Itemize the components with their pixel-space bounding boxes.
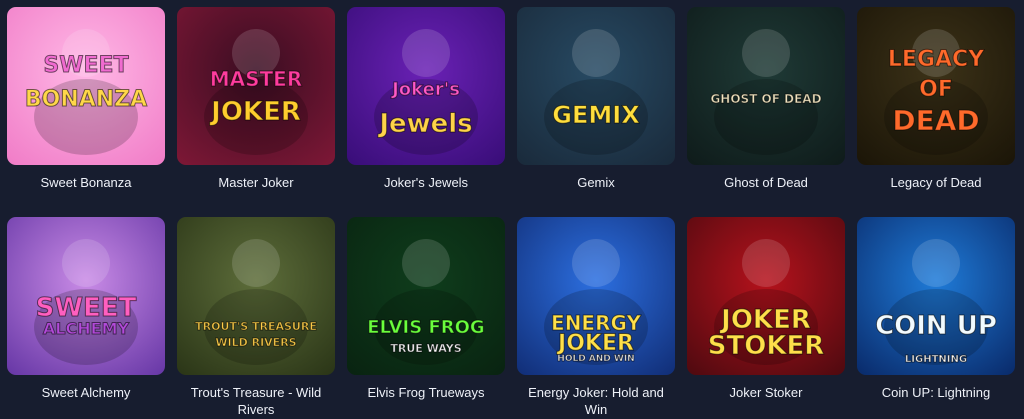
game-thumbnail[interactable]: GEMIX [517, 7, 675, 165]
game-card[interactable]: JOKER STOKER Joker Stoker [687, 217, 845, 418]
game-thumbnail[interactable]: COIN UP LIGHTNING [857, 217, 1015, 375]
game-logo-text: Joker's [392, 79, 461, 100]
game-title[interactable]: Legacy of Dead [857, 174, 1015, 191]
game-logo-text: JOKER [558, 331, 635, 356]
game-thumbnail[interactable]: SWEET BONANZA [7, 7, 165, 165]
game-card[interactable]: GEMIX Gemix [517, 7, 675, 217]
game-title[interactable]: Elvis Frog Trueways [347, 384, 505, 401]
game-card[interactable]: Joker's Jewels Joker's Jewels [347, 7, 505, 217]
game-artwork [7, 7, 165, 165]
game-title[interactable]: Ghost of Dead [687, 174, 845, 191]
game-thumbnail[interactable]: TROUT'S TREASURE WILD RIVERS [177, 217, 335, 375]
game-card[interactable]: SWEET ALCHEMY Sweet Alchemy [7, 217, 165, 418]
game-title[interactable]: Coin UP: Lightning [857, 384, 1015, 401]
game-title[interactable]: Trout's Treasure - Wild Rivers [177, 384, 335, 418]
game-title[interactable]: Energy Joker: Hold and Win [517, 384, 675, 418]
game-title[interactable]: Sweet Alchemy [7, 384, 165, 401]
game-card[interactable]: MASTER JOKER Master Joker [177, 7, 335, 217]
game-thumbnail[interactable]: LEGACY OF DEAD [857, 7, 1015, 165]
game-card[interactable]: COIN UP LIGHTNING Coin UP: Lightning [857, 217, 1015, 418]
game-card[interactable]: GHOST OF DEAD Ghost of Dead [687, 7, 845, 217]
game-thumbnail[interactable]: Joker's Jewels [347, 7, 505, 165]
game-logo-text: TROUT'S TREASURE [195, 320, 318, 333]
game-logo-text: DEAD [892, 104, 980, 137]
game-title[interactable]: Master Joker [177, 174, 335, 191]
game-logo-text: JOKER [721, 305, 812, 335]
game-logo-text: STOKER [707, 331, 825, 361]
game-thumbnail[interactable]: GHOST OF DEAD [687, 7, 845, 165]
game-artwork [177, 217, 335, 375]
game-thumbnail[interactable]: ELVIS FROG TRUE WAYS [347, 217, 505, 375]
game-logo-text: HOLD AND WIN [557, 354, 635, 364]
game-logo-text: WILD RIVERS [215, 336, 297, 349]
game-thumbnail[interactable]: JOKER STOKER [687, 217, 845, 375]
game-artwork [857, 217, 1015, 375]
game-title[interactable]: Joker's Jewels [347, 174, 505, 191]
game-logo-text: SWEET [35, 293, 137, 323]
game-logo-text: LIGHTNING [904, 354, 968, 365]
game-logo-text: COIN UP [875, 311, 998, 341]
game-title[interactable]: Sweet Bonanza [7, 174, 165, 191]
game-logo-text: ENERGY [551, 311, 642, 335]
game-logo-text: MASTER [209, 67, 303, 91]
game-logo-text: JOKER [211, 97, 302, 127]
game-card[interactable]: ELVIS FROG TRUE WAYS Elvis Frog Trueways [347, 217, 505, 418]
game-thumbnail[interactable]: SWEET ALCHEMY [7, 217, 165, 375]
games-grid: SWEET BONANZA Sweet Bonanza MASTER JOKER Mast… [7, 7, 1015, 418]
game-logo-text: SWEET [43, 53, 129, 78]
game-logo-text: BONANZA [24, 87, 148, 112]
game-title[interactable]: Gemix [517, 174, 675, 191]
game-thumbnail[interactable]: MASTER JOKER [177, 7, 335, 165]
game-logo-text: GEMIX [552, 101, 640, 129]
game-logo-text: ALCHEMY [42, 319, 130, 338]
game-logo-text: GHOST OF DEAD [710, 92, 822, 106]
game-logo-text: ELVIS FROG [367, 317, 485, 338]
game-card[interactable]: LEGACY OF DEAD Legacy of Dead [857, 7, 1015, 217]
game-card[interactable]: ENERGY JOKER HOLD AND WIN Energy Joker: Hol… [517, 217, 675, 418]
game-logo-text: Jewels [379, 109, 473, 139]
game-logo-text: OF [919, 77, 954, 102]
game-card[interactable]: SWEET BONANZA Sweet Bonanza [7, 7, 165, 217]
game-artwork [517, 7, 675, 165]
game-logo-text: LEGACY [887, 47, 985, 72]
game-card[interactable]: TROUT'S TREASURE WILD RIVERS Trout's Treas… [177, 217, 335, 418]
game-title[interactable]: Joker Stoker [687, 384, 845, 401]
game-thumbnail[interactable]: ENERGY JOKER HOLD AND WIN [517, 217, 675, 375]
game-artwork [687, 7, 845, 165]
game-logo-text: TRUE WAYS [390, 342, 462, 355]
